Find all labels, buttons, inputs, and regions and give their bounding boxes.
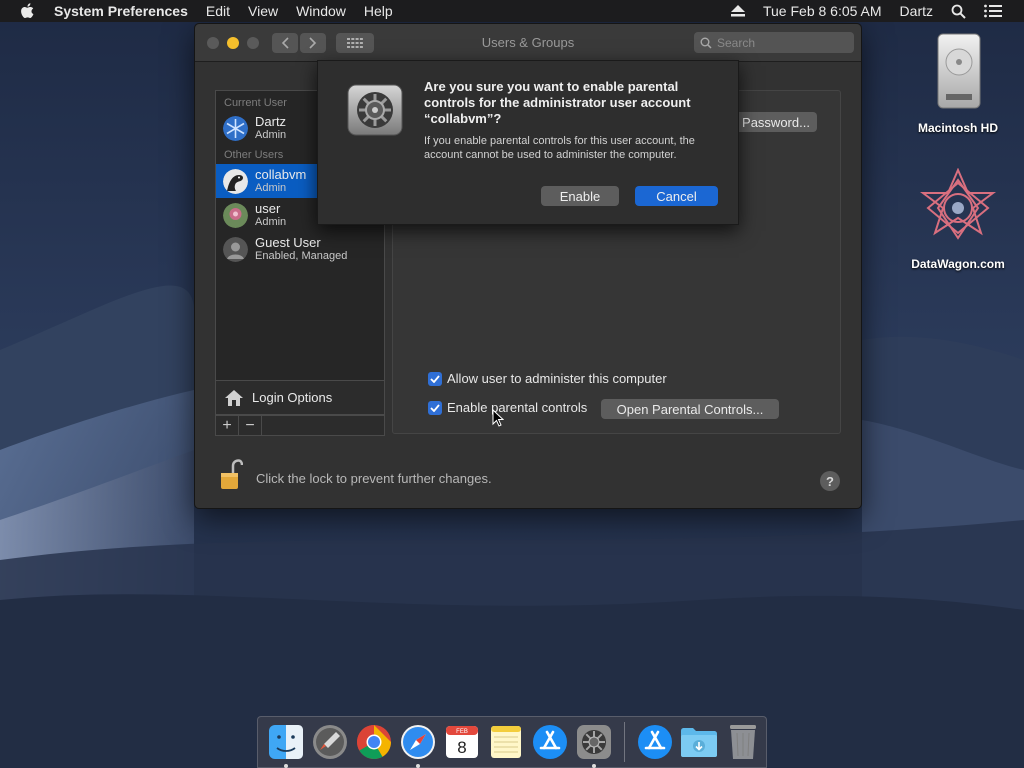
- user-name: user: [255, 201, 281, 216]
- reset-password-button[interactable]: Password...: [735, 112, 817, 132]
- menu-window[interactable]: Window: [296, 3, 346, 19]
- allow-admin-row[interactable]: Allow user to administer this computer: [428, 371, 667, 386]
- menu-help[interactable]: Help: [364, 3, 393, 19]
- dock-downloads-folder[interactable]: [680, 723, 718, 761]
- menu-view[interactable]: View: [248, 3, 278, 19]
- dock-app-store-downloads[interactable]: [636, 723, 674, 761]
- spotlight-icon[interactable]: [951, 4, 966, 19]
- menu-app-name[interactable]: System Preferences: [54, 3, 188, 19]
- remove-user-button[interactable]: −: [239, 416, 262, 435]
- dock-chrome[interactable]: [355, 723, 393, 761]
- calendar-month: FEB: [456, 729, 468, 735]
- dock-trash[interactable]: [724, 723, 762, 761]
- window-titlebar[interactable]: Users & Groups: [195, 24, 861, 62]
- desktop-icon-datawagon[interactable]: DataWagon.com: [903, 167, 1013, 271]
- notes-icon: [491, 726, 521, 758]
- house-icon: [225, 389, 243, 406]
- add-user-button[interactable]: +: [216, 416, 239, 435]
- enable-button[interactable]: Enable: [541, 186, 619, 206]
- unlocked-lock-icon[interactable]: [219, 459, 243, 491]
- user-role: Enabled, Managed: [255, 250, 348, 262]
- search-field[interactable]: [694, 32, 854, 53]
- hard-drive-icon: [937, 33, 981, 109]
- dock-system-preferences[interactable]: [575, 723, 613, 768]
- login-options-label: Login Options: [252, 390, 333, 405]
- flower-avatar: [223, 202, 248, 228]
- calendar-icon: FEB 8: [446, 726, 478, 758]
- desktop-icon-label: DataWagon.com: [911, 257, 1005, 271]
- cancel-button[interactable]: Cancel: [635, 186, 718, 206]
- system-preferences-gear-icon: [347, 84, 403, 136]
- search-input[interactable]: [717, 35, 837, 50]
- mouse-cursor-icon: [492, 409, 504, 427]
- launchpad-rocket-icon: [313, 725, 347, 759]
- user-row-guest[interactable]: Guest User Enabled, Managed: [216, 232, 384, 266]
- menu-bar-extras: Tue Feb 8 6:05 AM Dartz: [730, 0, 1024, 22]
- checkmark-icon: [430, 374, 440, 383]
- menu-clock[interactable]: Tue Feb 8 6:05 AM: [763, 3, 882, 19]
- user-name: Guest User: [255, 235, 321, 250]
- dock-calendar[interactable]: FEB 8: [443, 723, 481, 761]
- calendar-day: 8: [457, 738, 466, 757]
- menu-bar: System Preferences Edit View Window Help…: [0, 0, 1024, 22]
- snowflake-avatar: [223, 115, 248, 141]
- allow-admin-checkbox[interactable]: [428, 371, 442, 386]
- dock-finder[interactable]: [267, 723, 305, 768]
- user-name: Dartz: [255, 114, 287, 129]
- finder-icon: [269, 725, 303, 759]
- app-store-icon: [533, 725, 567, 759]
- user-name: collabvm: [255, 167, 307, 182]
- add-remove-bar: + −: [215, 415, 385, 436]
- desktop-icon-macintosh-hd[interactable]: Macintosh HD: [903, 32, 1013, 135]
- apple-menu-icon[interactable]: [20, 3, 38, 19]
- desktop-icon-label: Macintosh HD: [917, 121, 998, 135]
- lock-status-text: Click the lock to prevent further change…: [256, 471, 492, 486]
- dock-safari[interactable]: [399, 723, 437, 768]
- menu-edit[interactable]: Edit: [206, 3, 230, 19]
- enable-parental-row[interactable]: Enable parental controls: [428, 400, 587, 415]
- running-indicator: [416, 764, 420, 768]
- user-role: Admin: [255, 216, 287, 228]
- notification-center-icon[interactable]: [984, 4, 1002, 18]
- search-icon: [700, 37, 712, 49]
- checkmark-icon: [430, 403, 440, 412]
- trash-icon: [730, 725, 756, 759]
- user-role: Admin: [255, 129, 287, 141]
- running-indicator: [284, 764, 288, 768]
- open-parental-controls-button[interactable]: Open Parental Controls...: [601, 399, 779, 419]
- eagle-avatar: [223, 168, 248, 194]
- guest-avatar-icon: [223, 236, 248, 262]
- menu-user[interactable]: Dartz: [900, 3, 933, 19]
- login-options-item[interactable]: Login Options: [215, 381, 385, 415]
- dock-launchpad[interactable]: [311, 723, 349, 761]
- enable-parental-label: Enable parental controls: [447, 400, 588, 415]
- system-preferences-icon: [577, 725, 611, 759]
- datawagon-logo-icon: [920, 167, 996, 240]
- dock-app-store[interactable]: [531, 723, 569, 761]
- eject-icon[interactable]: [730, 5, 745, 17]
- enable-parental-checkbox[interactable]: [428, 400, 442, 415]
- dialog-title: Are you sure you want to enable parental…: [424, 79, 691, 126]
- allow-admin-label: Allow user to administer this computer: [447, 371, 667, 386]
- help-button[interactable]: ?: [820, 471, 840, 491]
- chrome-icon: [357, 725, 391, 759]
- downloads-folder-icon: [681, 728, 717, 757]
- dock-notes[interactable]: [487, 723, 525, 761]
- dock: FEB 8: [257, 716, 767, 768]
- parental-controls-confirm-dialog: Are you sure you want to enable parental…: [317, 60, 739, 225]
- dialog-message: If you enable parental controls for this…: [424, 135, 695, 161]
- dock-separator: [624, 722, 625, 762]
- running-indicator: [592, 764, 596, 768]
- app-store-icon: [638, 725, 672, 759]
- safari-compass-icon: [401, 725, 435, 759]
- user-role: Admin: [255, 182, 287, 194]
